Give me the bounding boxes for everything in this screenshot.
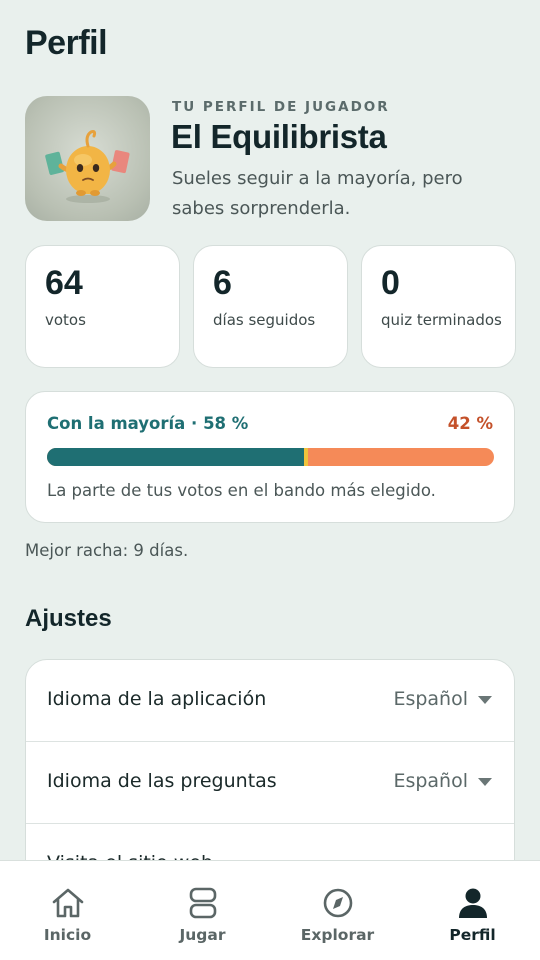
stat-value: 6 [213, 264, 232, 302]
home-icon [50, 886, 86, 920]
nav-label: Jugar [179, 926, 226, 944]
nav-item-explorar[interactable]: Explorar [270, 861, 405, 960]
profile-description: Sueles seguir a la mayoría, pero sabes s… [172, 168, 463, 219]
majority-bar-fill [47, 448, 307, 466]
stat-label: quiz terminados [381, 311, 502, 329]
cards-icon [185, 886, 221, 920]
profile-name: El Equilibrista [171, 118, 387, 155]
page-title: Perfil [25, 24, 108, 62]
nav-item-inicio[interactable]: Inicio [0, 861, 135, 960]
settings-row-question-language[interactable]: Idioma de las preguntas Español [26, 742, 514, 824]
nav-label: Perfil [449, 926, 496, 944]
minority-percent-label: 42 % [447, 414, 493, 433]
nav-label: Inicio [43, 926, 92, 944]
person-icon [455, 886, 491, 920]
stat-label: votos [45, 311, 86, 329]
settings-row-app-language[interactable]: Idioma de la aplicación Español [26, 660, 514, 742]
nav-item-perfil[interactable]: Perfil [405, 861, 540, 960]
nav-item-jugar[interactable]: Jugar [135, 861, 270, 960]
bottom-navigation: Inicio Jugar Explorar Perfil [0, 860, 540, 960]
nav-label: Explorar [300, 926, 375, 944]
row-label: Idioma de las preguntas [47, 770, 277, 792]
stat-label: días seguidos [213, 311, 316, 329]
majority-progress-bar [47, 448, 494, 466]
stat-value: 64 [45, 264, 83, 302]
stat-value: 0 [381, 264, 400, 302]
stat-card-streak: 6 días seguidos [193, 245, 348, 368]
best-streak-text: Mejor racha: 9 días. [25, 541, 189, 560]
balancing-character-illustration [45, 130, 130, 203]
majority-card: Con la mayoría · 58 % 42 % La parte de t… [25, 391, 515, 523]
caret-down-icon [478, 778, 492, 786]
majority-caption: La parte de tus votos en el bando más el… [47, 481, 436, 500]
majority-percent-label: Con la mayoría · 58 % [47, 414, 249, 433]
row-value: Español [393, 770, 468, 792]
majority-bar-divider [304, 448, 309, 466]
player-avatar [25, 96, 150, 221]
stat-card-quizzes: 0 quiz terminados [361, 245, 516, 368]
profile-kicker: TU PERFIL DE JUGADOR [172, 99, 390, 115]
stat-card-votes: 64 votos [25, 245, 180, 368]
profile-screen: Perfil TU PERFIL DE JUGADOR El Equilibri… [0, 0, 540, 960]
compass-icon [320, 886, 356, 920]
caret-down-icon [478, 696, 492, 704]
row-label: Idioma de la aplicación [47, 688, 267, 710]
row-value: Español [393, 688, 468, 710]
settings-section-title: Ajustes [25, 605, 112, 632]
